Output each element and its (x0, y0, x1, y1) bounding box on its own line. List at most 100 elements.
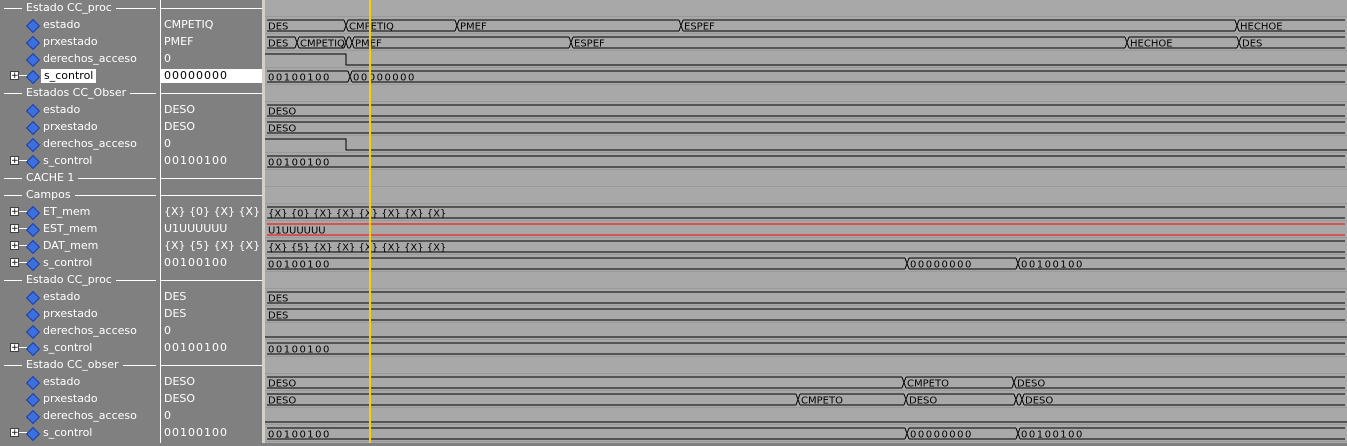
group-label: Estado CC_proc (22, 1, 116, 15)
signal-row[interactable]: estado (0, 17, 160, 34)
expand-icon[interactable] (10, 207, 19, 216)
signal-row[interactable]: prxestado (0, 119, 160, 136)
signal-name[interactable]: s_control (43, 256, 92, 270)
signal-name[interactable]: s_control (43, 154, 92, 168)
signal-name[interactable]: EST_mem (43, 222, 97, 236)
signal-name[interactable]: prxestado (43, 120, 98, 134)
signal-value-cell[interactable]: PMEF (161, 34, 262, 51)
group-value-cell[interactable] (161, 187, 262, 204)
signal-name[interactable]: ET_mem (43, 205, 90, 219)
bus-segment: 00000000 (904, 427, 1016, 441)
signal-row[interactable]: s_control (0, 255, 160, 272)
bus-value-label: 00000000 (353, 73, 416, 84)
signal-value-cell[interactable]: DESO (161, 391, 262, 408)
expand-icon[interactable] (10, 258, 19, 267)
signal-row[interactable]: DAT_mem (0, 238, 160, 255)
signal-value: 00100100 (164, 154, 228, 167)
signal-row[interactable]: derechos_acceso (0, 51, 160, 68)
signal-row[interactable]: prxestado (0, 391, 160, 408)
group-header[interactable]: CACHE 1 (0, 170, 160, 187)
signal-name[interactable]: s_control (43, 341, 92, 355)
signal-value: DES (164, 290, 187, 303)
expand-icon[interactable] (10, 224, 19, 233)
group-value-cell[interactable] (161, 85, 262, 102)
signal-row[interactable]: s_control (0, 153, 160, 170)
signal-value-cell[interactable]: DES (161, 306, 262, 323)
bus-segment: DESO (1011, 376, 1345, 390)
signal-name[interactable]: DAT_mem (43, 239, 98, 253)
signal-name[interactable]: estado (43, 103, 80, 117)
bus-segment: DESO (267, 393, 796, 407)
bus-value-label: CMPETO (907, 379, 949, 390)
bus-value-label: DES (268, 22, 288, 33)
bus-segment: HECHOE (1124, 36, 1237, 50)
group-value-cell[interactable] (161, 272, 262, 289)
signal-name[interactable]: s_control (43, 426, 92, 440)
signal-value-cell[interactable]: 00000000 (161, 68, 262, 85)
signal-value-cell[interactable]: DESO (161, 102, 262, 119)
signal-row[interactable]: EST_mem (0, 221, 160, 238)
signal-row[interactable]: derechos_acceso (0, 323, 160, 340)
signal-row[interactable]: s_control (0, 425, 160, 442)
expand-icon[interactable] (10, 241, 19, 250)
signal-row[interactable]: prxestado (0, 34, 160, 51)
signal-value-cell[interactable]: 0 (161, 408, 262, 425)
signal-row[interactable]: estado (0, 102, 160, 119)
signal-row[interactable]: s_control (0, 68, 160, 85)
signal-name[interactable]: prxestado (43, 307, 98, 321)
signal-name[interactable]: s_control (41, 69, 97, 83)
expand-icon[interactable] (10, 156, 19, 165)
signal-name[interactable]: derechos_acceso (43, 137, 137, 151)
signal-value-cell[interactable]: {X} {5} {X} {X} {... (161, 238, 281, 255)
signal-name[interactable]: prxestado (43, 392, 98, 406)
signal-name[interactable]: derechos_acceso (43, 324, 137, 338)
waveform-canvas[interactable]: DES CMPETIQ PMEF ESPEF HECHOE DES CMPETIQ PMEF E… (265, 0, 1347, 443)
group-divider (161, 93, 262, 94)
signal-name[interactable]: prxestado (43, 35, 98, 49)
expand-icon[interactable] (10, 71, 19, 80)
signal-value-cell[interactable]: U1UUUUUU (161, 221, 262, 238)
bus-segment: CMPETIQ (294, 36, 345, 50)
group-header[interactable]: Estados CC_Obser (0, 85, 160, 102)
signal-row[interactable]: derechos_acceso (0, 408, 160, 425)
bit-waveform (265, 53, 1347, 66)
signal-value-cell[interactable]: {X} {0} {X} {X} {... (161, 204, 281, 221)
signal-names-pane: Estado CC_proc estado prxestado derechos_ac… (0, 0, 160, 443)
group-value-cell[interactable] (161, 0, 262, 17)
signal-row[interactable]: estado (0, 289, 160, 306)
bus-segment: 00100100 (267, 342, 1345, 356)
signal-name[interactable]: estado (43, 290, 80, 304)
signal-value-cell[interactable]: CMPETIQ (161, 17, 262, 34)
signal-name[interactable]: derechos_acceso (43, 409, 137, 423)
signal-value-cell[interactable]: DESO (161, 374, 262, 391)
signal-value-cell[interactable]: 00100100 (161, 340, 262, 357)
group-header[interactable]: Campos (0, 187, 160, 204)
group-header[interactable]: Estado CC_obser (0, 357, 160, 374)
signal-icon (25, 256, 41, 272)
signal-name[interactable]: derechos_acceso (43, 52, 137, 66)
signal-value-cell[interactable]: 00100100 (161, 425, 262, 442)
group-header[interactable]: Estado CC_proc (0, 0, 160, 17)
signal-value: U1UUUUUU (164, 222, 228, 235)
group-value-cell[interactable] (161, 170, 262, 187)
signal-value-cell[interactable]: DES (161, 289, 262, 306)
signal-row[interactable]: ET_mem (0, 204, 160, 221)
expand-icon[interactable] (10, 428, 19, 437)
group-value-cell[interactable] (161, 357, 262, 374)
signal-row[interactable]: prxestado (0, 306, 160, 323)
signal-row[interactable]: derechos_acceso (0, 136, 160, 153)
signal-value-cell[interactable]: DESO (161, 119, 262, 136)
signal-name[interactable]: estado (43, 18, 80, 32)
signal-value-cell[interactable]: 00100100 (161, 153, 262, 170)
expand-icon[interactable] (10, 343, 19, 352)
bus-value-label: DES (268, 294, 288, 305)
signal-row[interactable]: s_control (0, 340, 160, 357)
signal-value-cell[interactable]: 0 (161, 136, 262, 153)
signal-value-cell[interactable]: 0 (161, 323, 262, 340)
signal-value-cell[interactable]: 0 (161, 51, 262, 68)
group-header[interactable]: Estado CC_proc (0, 272, 160, 289)
signal-name[interactable]: estado (43, 375, 80, 389)
waveform-pane[interactable]: DES CMPETIQ PMEF ESPEF HECHOE DES CMPETIQ PMEF E… (265, 0, 1347, 443)
signal-value-cell[interactable]: 00100100 (161, 255, 262, 272)
signal-row[interactable]: estado (0, 374, 160, 391)
